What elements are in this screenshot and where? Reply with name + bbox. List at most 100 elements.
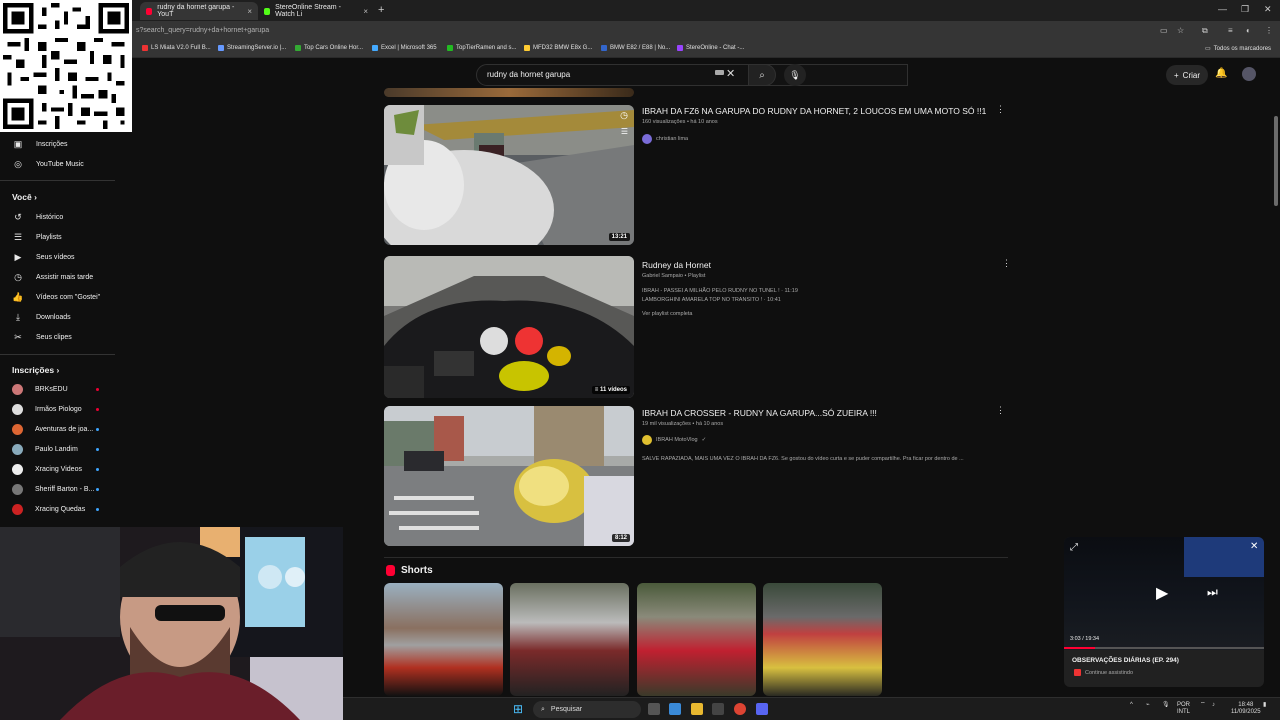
install-app-icon[interactable]: ▭ — [1160, 26, 1168, 35]
tray-mic-icon[interactable]: 🎙 — [1162, 702, 1170, 709]
view-full-playlist-link[interactable]: Ver playlist completa — [642, 311, 692, 317]
clear-search-icon[interactable]: ✕ — [726, 67, 735, 80]
store-icon[interactable] — [712, 703, 724, 715]
video-title[interactable]: IBRAH DA CROSSER - RUDNY NA GARUPA...SÓ … — [642, 408, 877, 418]
bookmark-item[interactable]: StereOnline - Chat -... — [677, 45, 744, 51]
network-icon[interactable]: ⌔ — [1200, 702, 1206, 709]
video-thumbnail[interactable]: ◷ ☰ 13:21 — [384, 105, 634, 245]
browser-menu-icon[interactable]: ⋮ — [1265, 26, 1273, 35]
close-miniplayer-icon[interactable]: ✕ — [1250, 541, 1258, 552]
sidebar-heading-subscriptions[interactable]: Inscrições › — [12, 365, 59, 375]
channel-link[interactable]: IBRAH MotoVlog ✓ — [642, 435, 706, 445]
sidebar-item-watch-later[interactable]: ◷ Assistir mais tarde — [12, 270, 93, 284]
sidebar-sub-sheriff-barton[interactable]: Sheriff Barton - B... — [12, 482, 94, 496]
volume-icon[interactable]: ♪ — [1212, 702, 1215, 709]
miniplayer-progress[interactable] — [1064, 647, 1264, 649]
short-thumbnail[interactable] — [510, 583, 629, 696]
channel-link[interactable]: christian lima — [642, 134, 688, 144]
more-options-icon[interactable]: ⋮ — [1002, 258, 1011, 269]
extensions-icon[interactable]: ⧉ — [1202, 26, 1208, 36]
new-tab-icon[interactable]: + — [378, 4, 384, 16]
taskbar-search[interactable]: ⌕ Pesquisar — [533, 701, 641, 718]
minimize-icon[interactable]: — — [1218, 4, 1227, 14]
page-scrollbar[interactable] — [1272, 90, 1280, 697]
window-close-icon[interactable]: ✕ — [1264, 4, 1272, 15]
expand-icon[interactable]: ⤢ — [1070, 542, 1078, 553]
play-icon[interactable]: ▶ — [1156, 583, 1168, 603]
tab-youtube-search[interactable]: rudny da hornet garupa - YouT × — [140, 2, 258, 20]
file-explorer-icon[interactable] — [691, 703, 703, 715]
close-tab-icon[interactable]: × — [247, 7, 252, 16]
next-icon[interactable]: ⏭ — [1207, 585, 1218, 600]
playlist-title[interactable]: Rudney da Hornet — [642, 260, 711, 270]
video-thumbnail-partial[interactable] — [384, 88, 634, 97]
bookmark-item[interactable]: LS Miata V2.0 Full B... — [142, 45, 211, 51]
video-thumbnail[interactable]: 8:12 — [384, 406, 634, 546]
voice-search-button[interactable]: 🎙 — [784, 64, 806, 86]
tray-chevron-icon[interactable]: ^ — [1130, 702, 1133, 709]
bookmark-item[interactable]: BMW E82 / E88 | No... — [601, 45, 670, 51]
discord-icon[interactable] — [756, 703, 768, 715]
video-title[interactable]: IBRAH DA FZ6 NA GARUPA DO RUDNY DA HORNE… — [642, 106, 986, 116]
scrollbar-thumb[interactable] — [1274, 116, 1278, 206]
sidebar-item-history[interactable]: ↺ Histórico — [12, 210, 63, 224]
more-options-icon[interactable]: ⋮ — [996, 104, 1005, 115]
windows-start-icon[interactable]: ⊞ — [513, 702, 523, 716]
miniplayer-title[interactable]: OBSERVAÇÕES DIÁRIAS (EP. 294) — [1072, 657, 1179, 664]
keyboard-icon[interactable] — [715, 70, 724, 75]
more-options-icon[interactable]: ⋮ — [996, 405, 1005, 416]
short-thumbnail[interactable] — [384, 583, 503, 696]
sidebar-sub-aventuras[interactable]: Aventuras de joa... — [12, 422, 93, 436]
playlist-video-2[interactable]: LAMBORGHINI AMARELA TOP NO TRANSITO ! · … — [642, 297, 781, 303]
tab-stereonline[interactable]: StereOnline Stream - Watch Li × — [258, 2, 374, 20]
chevron-right-icon: › — [34, 192, 37, 202]
sidebar-sub-irmaos-piologo[interactable]: Irmãos Piologo — [12, 402, 82, 416]
all-bookmarks[interactable]: ▭ Todos os marcadores — [1205, 45, 1271, 53]
sidebar-heading-you[interactable]: Você › — [12, 192, 37, 202]
watch-later-icon[interactable]: ◷ — [620, 110, 628, 121]
sidebar-item-subscriptions[interactable]: ▣ Inscrições — [12, 137, 68, 151]
miniplayer-video[interactable]: ⤢ ✕ ▶ ⏭ 3:03 / 19:34 — [1064, 537, 1264, 650]
bookmark-item[interactable]: TopTierRamen and s... — [447, 45, 516, 51]
sidebar-item-downloads[interactable]: ⤓ Downloads — [12, 310, 71, 324]
task-view-icon[interactable] — [648, 703, 660, 715]
sidebar-sub-xracing-videos[interactable]: Xracing Videos — [12, 462, 82, 476]
search-box[interactable]: rudny da hornet garupa — [476, 64, 908, 86]
bookmark-item[interactable]: StreamingServer.io |... — [218, 45, 286, 51]
add-to-queue-icon[interactable]: ☰ — [621, 127, 628, 136]
search-input[interactable]: rudny da hornet garupa — [487, 70, 570, 79]
chrome-icon[interactable] — [734, 703, 746, 715]
short-thumbnail[interactable] — [637, 583, 756, 696]
bookmark-item[interactable]: Excel | Microsoft 365 — [372, 45, 437, 51]
playlist-thumbnail[interactable]: ≡ 11 vídeos — [384, 256, 634, 398]
notifications-icon[interactable]: ▮ — [1263, 702, 1266, 709]
bookmark-item[interactable]: Top Cars Online Hor... — [295, 45, 363, 51]
search-button[interactable]: ⌕ — [748, 64, 776, 86]
url-field[interactable]: s?search_query=rudny+da+hornet+garupa — [136, 27, 269, 34]
create-button[interactable]: + Criar — [1166, 65, 1209, 85]
copilot-icon[interactable] — [669, 703, 681, 715]
sidebar-item-your-videos[interactable]: ▶ Seus vídeos — [12, 250, 75, 264]
sidebar-sub-brksedu[interactable]: BRKsEDU — [12, 382, 68, 396]
language-indicator[interactable]: POR INTL — [1177, 702, 1190, 716]
notifications-bell-icon[interactable]: 🔔 — [1215, 68, 1227, 79]
sidebar-item-youtube-music[interactable]: ◎ YouTube Music — [12, 157, 84, 171]
clock[interactable]: 18:48 11/09/2025 — [1231, 702, 1261, 716]
media-icon[interactable]: ≡ — [1228, 26, 1233, 35]
bookmark-item[interactable]: MFD32 BMW E8x G... — [524, 45, 592, 51]
sidebar-sub-paulo-landim[interactable]: Paulo Landim — [12, 442, 78, 456]
miniplayer-subtitle: Continue assistindo — [1074, 669, 1133, 676]
short-thumbnail[interactable] — [763, 583, 882, 696]
profile-icon[interactable]: ◐ — [1246, 26, 1251, 35]
maximize-icon[interactable]: ❐ — [1241, 4, 1249, 15]
sidebar-sub-xracing-quedas[interactable]: Xracing Quedas — [12, 502, 85, 516]
account-avatar[interactable] — [1242, 67, 1256, 81]
sidebar-item-playlists[interactable]: ☰ Playlists — [12, 230, 62, 244]
close-tab-icon[interactable]: × — [363, 7, 368, 16]
miniplayer[interactable]: ⤢ ✕ ▶ ⏭ 3:03 / 19:34 OBSERVAÇÕES DIÁRIAS… — [1064, 537, 1264, 687]
sidebar-item-liked-videos[interactable]: 👍 Vídeos com "Gostei" — [12, 290, 100, 304]
bookmark-star-icon[interactable]: ☆ — [1177, 26, 1184, 35]
playlist-video-1[interactable]: IBRAH - PASSEI A MILHÃO PELO RUDNY NO TU… — [642, 288, 798, 294]
sidebar-item-clips[interactable]: ✂ Seus clipes — [12, 330, 72, 344]
tray-app-icon[interactable]: ⌁ — [1146, 702, 1150, 709]
